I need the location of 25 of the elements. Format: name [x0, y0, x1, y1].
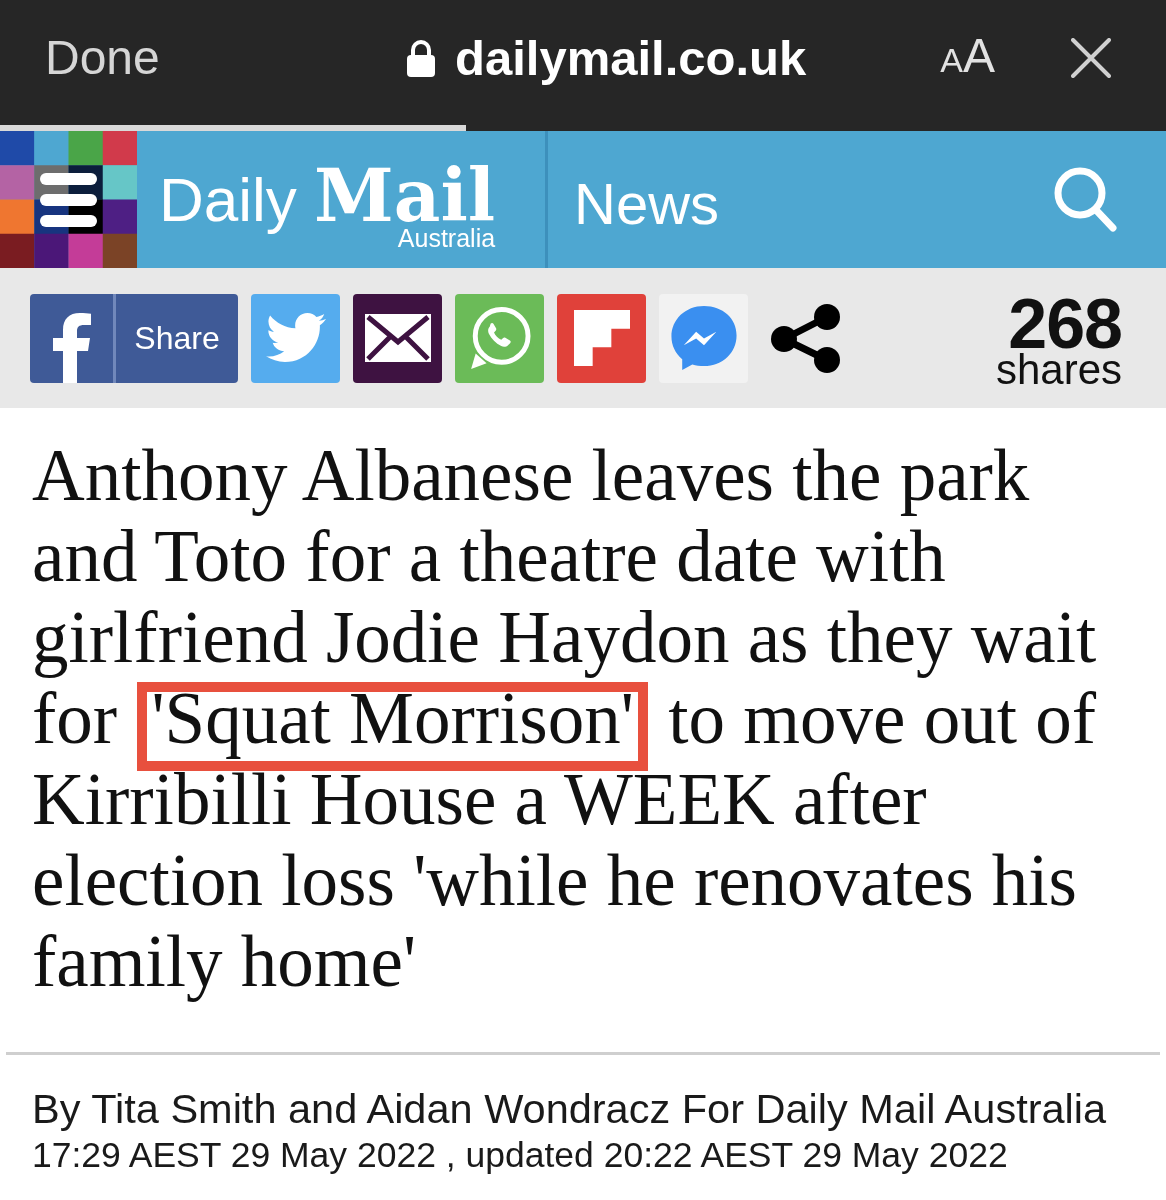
f-logo-icon	[52, 310, 91, 383]
address-text: dailymail.co.uk	[455, 29, 807, 87]
dateline: 17:29 AEST 29 May 2022 , updated 20:22 AEST 29 May 2022	[32, 1134, 1009, 1177]
close-icon[interactable]	[1071, 37, 1111, 78]
headline: Anthony Albanese leaves the park and Toto for a theatre date with girlfriend Jodie Haydon as they wait for 'Squat Morrison' to move out of Kirribilli House a WEEK after election loss 'while he renovates his family home'	[32, 435, 1098, 1002]
done-button[interactable]: Done	[45, 29, 165, 86]
twitter-share-button[interactable]	[251, 293, 340, 383]
whatsapp-share-button[interactable]	[455, 293, 544, 383]
step-blocks-icon	[573, 310, 630, 366]
messenger-share-button[interactable]	[659, 293, 748, 383]
byline: By Tita Smith and Aidan Wondracz For Daily Mail Australia	[32, 1085, 1108, 1133]
facebook-share-button[interactable]: Share	[30, 293, 238, 383]
share-count-label: shares	[995, 352, 1122, 388]
menu-icon[interactable]	[0, 131, 137, 268]
lightning-bubble-icon	[670, 306, 737, 370]
share-count: 268	[1008, 296, 1122, 352]
bird-icon	[265, 313, 326, 363]
lock-icon	[407, 38, 435, 77]
flipboard-share-button[interactable]	[557, 293, 646, 383]
text-size-button[interactable]: AA	[940, 27, 995, 88]
search-icon[interactable]	[1054, 166, 1118, 233]
share-button[interactable]	[769, 302, 841, 374]
envelope-icon	[364, 314, 431, 362]
share-icon	[769, 302, 841, 374]
email-share-button[interactable]	[353, 293, 442, 383]
